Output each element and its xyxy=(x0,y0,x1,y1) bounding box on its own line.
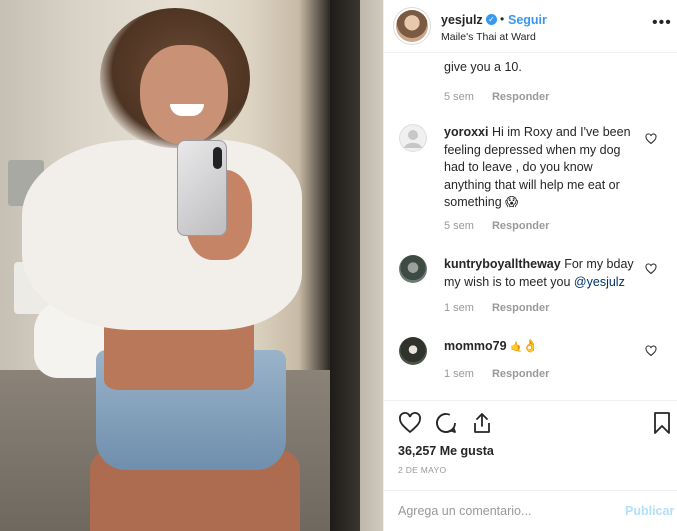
comment-body: mommo79 🤙👌 xyxy=(444,338,644,357)
reply-button[interactable]: Responder xyxy=(492,302,549,314)
heart-icon[interactable] xyxy=(398,411,422,435)
comment-time: 5 sem xyxy=(444,91,474,103)
comment-icon[interactable] xyxy=(434,411,458,435)
comment-line: 👌 xyxy=(522,339,539,353)
author-avatar[interactable] xyxy=(396,10,428,42)
comment-username[interactable]: mommo79 xyxy=(444,339,507,353)
publish-button[interactable]: Publicar xyxy=(625,504,674,518)
comment-line: anything that will help me eat or xyxy=(444,177,620,192)
commenter-avatar[interactable] xyxy=(399,337,427,365)
post-location[interactable]: Maile's Thai at Ward xyxy=(441,31,536,43)
reply-button[interactable]: Responder xyxy=(492,220,549,232)
comment-body: kuntryboyalltheway For my bday my wish i… xyxy=(444,256,644,291)
post-side-panel: yesjulz ✓ • Seguir Maile's Thai at Ward … xyxy=(383,0,677,531)
like-comment-heart-icon[interactable] xyxy=(645,263,657,275)
comment-line: feeling depressed when my dog xyxy=(444,142,621,157)
comment-emoji-prefix: 🤙 xyxy=(510,342,523,353)
author-username[interactable]: yesjulz xyxy=(441,13,483,27)
photo-mirror-edge xyxy=(330,0,360,531)
post-photo[interactable] xyxy=(0,0,383,531)
photo-face xyxy=(140,45,228,145)
post-actions: 36,257 Me gusta 2 DE MAYO xyxy=(384,400,677,500)
comment-meta: 5 sem Responder xyxy=(444,220,549,232)
comment-line: my wish is to meet you xyxy=(444,274,571,289)
more-options-icon[interactable]: ••• xyxy=(652,15,672,31)
mention-link[interactable]: @yesjulz xyxy=(574,275,625,289)
verified-badge-icon: ✓ xyxy=(486,14,497,25)
bookmark-icon[interactable] xyxy=(650,411,674,435)
commenter-avatar[interactable] xyxy=(399,255,427,283)
comment-meta: 5 sem Responder xyxy=(444,91,549,103)
post-date[interactable]: 2 DE MAYO xyxy=(398,465,446,475)
likes-count[interactable]: 36,257 Me gusta xyxy=(398,444,494,458)
comment-body: yoroxxi Hi im Roxy and I've been feeling… xyxy=(444,124,644,212)
comment-input[interactable]: Agrega un comentario... xyxy=(398,504,531,518)
default-avatar-icon[interactable] xyxy=(399,124,427,152)
header-separator: • xyxy=(500,12,505,26)
photo-shirt xyxy=(22,140,302,330)
like-comment-heart-icon[interactable] xyxy=(645,345,657,357)
comments-list[interactable]: give you a 10. 5 sem Responder yoroxxi Hi… xyxy=(384,53,677,400)
follow-button[interactable]: Seguir xyxy=(508,13,547,27)
post-header: yesjulz ✓ • Seguir Maile's Thai at Ward … xyxy=(384,0,677,53)
comment-time: 1 sem xyxy=(444,368,474,380)
comment-composer: Agrega un comentario... Publicar xyxy=(384,490,677,531)
comment-time: 1 sem xyxy=(444,302,474,314)
comment-line: For my bday xyxy=(564,257,634,271)
comment-line: something 😱 xyxy=(444,195,519,209)
comment-time: 5 sem xyxy=(444,220,474,232)
reply-button[interactable]: Responder xyxy=(492,91,549,103)
photo-phone-camera xyxy=(213,147,222,169)
comment-username[interactable]: kuntryboyalltheway xyxy=(444,257,561,271)
comment-username[interactable]: yoroxxi xyxy=(444,125,488,139)
like-comment-heart-icon[interactable] xyxy=(645,133,657,145)
comment-meta: 1 sem Responder xyxy=(444,302,549,314)
comment-meta: 1 sem Responder xyxy=(444,368,549,380)
share-icon[interactable] xyxy=(470,411,494,435)
comment-line: had to leave , do you know xyxy=(444,160,593,174)
reply-button[interactable]: Responder xyxy=(492,368,549,380)
comment-text: give you a 10. xyxy=(444,60,522,74)
comment-line: Hi im Roxy and I've been xyxy=(491,125,631,139)
